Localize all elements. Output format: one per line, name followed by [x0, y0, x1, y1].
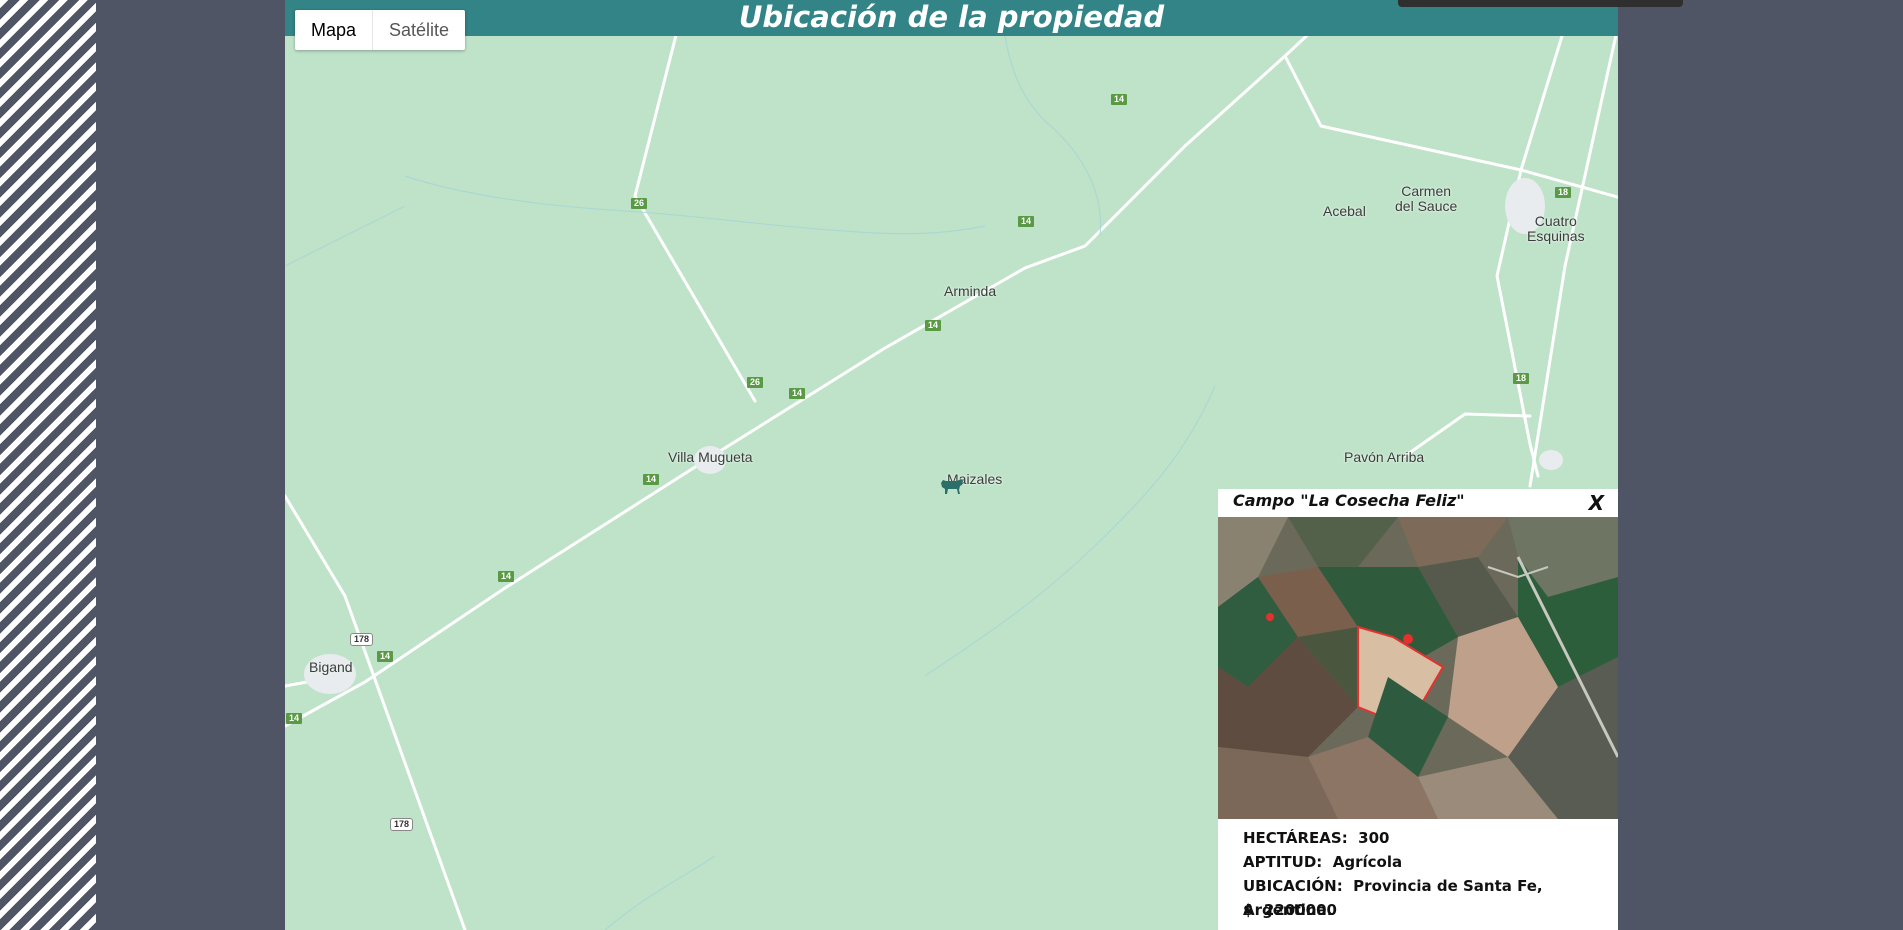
property-satellite-image: [1218, 517, 1618, 819]
stream-5: [604, 855, 716, 930]
stream-2: [1004, 36, 1102, 237]
place-label-acebal: Acebal: [1323, 203, 1366, 219]
aptitude-row: APTITUD: Agrícola: [1243, 850, 1618, 874]
place-label-carmen-del-sauce: Carmen del Sauce: [1395, 184, 1457, 214]
property-info-window: Campo "La Cosecha Feliz" X HECTÁREAS: 30…: [1218, 489, 1618, 930]
price-label: $: [1243, 901, 1254, 919]
price-value: 2200000: [1263, 901, 1337, 919]
location-label: UBICACIÓN:: [1243, 877, 1343, 895]
route-shield-26: 26: [747, 377, 764, 388]
road-route-14: [285, 36, 1309, 728]
route-shield-14: 14: [377, 651, 394, 662]
carmen-line1: Carmen: [1401, 183, 1452, 199]
property-location-panel: Ubicación de la propiedad Arminda Villa …: [285, 0, 1618, 930]
cuatro-line1: Cuatro: [1534, 213, 1577, 229]
route-shield-178: 178: [390, 818, 414, 831]
route-shield-14: 14: [925, 320, 942, 331]
road-route-178: [285, 494, 467, 930]
route-shield-14: 14: [789, 388, 806, 399]
aptitude-value: Agrícola: [1332, 853, 1403, 871]
route-shield-14: 14: [1018, 216, 1035, 227]
place-label-cuatro-esquinas: Cuatro Esquinas: [1527, 214, 1585, 244]
town-area-pavon: [1539, 450, 1563, 470]
place-label-arminda: Arminda: [944, 283, 997, 299]
route-shield-14: 14: [498, 571, 515, 582]
road-east: [1283, 36, 1564, 172]
decorative-stripes: [0, 0, 96, 930]
route-shield-14: 14: [286, 713, 303, 724]
route-shield-26: 26: [631, 198, 648, 209]
route-shield-18: 18: [1513, 373, 1530, 384]
route-shield-18: 18: [1555, 187, 1572, 198]
hectares-row: HECTÁREAS: 300: [1243, 826, 1618, 850]
place-label-pavon-arriba: Pavón Arriba: [1344, 449, 1425, 465]
map-type-map-button[interactable]: Mapa: [295, 10, 374, 50]
carmen-line2: del Sauce: [1395, 198, 1458, 214]
route-shield-14: 14: [1111, 94, 1128, 105]
map-type-control: Mapa Satélite: [295, 10, 466, 50]
road-route-26: [633, 36, 757, 403]
price-row: $ 2200000: [1243, 898, 1618, 922]
close-icon[interactable]: X: [1589, 491, 1604, 515]
route-shield-14: 14: [643, 474, 660, 485]
aptitude-label: APTITUD:: [1243, 853, 1323, 871]
property-details: HECTÁREAS: 300 APTITUD: Agrícola UBICACI…: [1243, 826, 1618, 922]
location-row: UBICACIÓN: Provincia de Santa Fe, Argent…: [1243, 874, 1618, 919]
cuatro-line2: Esquinas: [1527, 228, 1585, 244]
stream-3: [924, 385, 1216, 677]
top-toolbar-widget[interactable]: [1398, 0, 1683, 7]
route-shield-178: 178: [350, 633, 374, 646]
place-label-bigand: Bigand: [309, 659, 353, 675]
stream-4: [285, 205, 406, 267]
place-label-villa-mugueta: Villa Mugueta: [668, 449, 753, 465]
hectares-label: HECTÁREAS:: [1243, 829, 1348, 847]
stream-1: [404, 175, 986, 235]
road-route-18: [1528, 36, 1618, 488]
hectares-value: 300: [1358, 829, 1390, 847]
property-title: Campo "La Cosecha Feliz": [1233, 491, 1465, 510]
map-type-satellite-button[interactable]: Satélite: [373, 10, 465, 50]
